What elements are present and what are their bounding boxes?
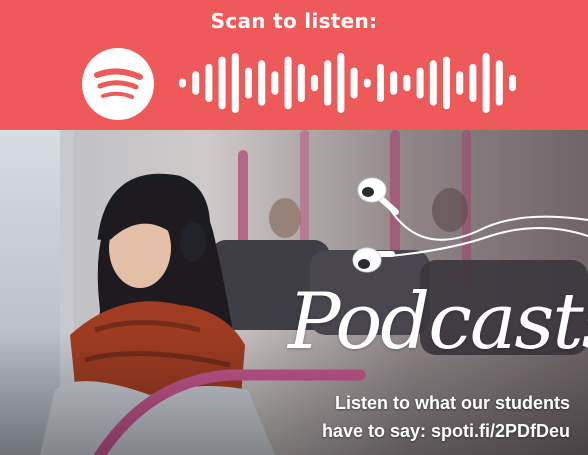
code-bar — [469, 63, 477, 102]
code-bar — [429, 60, 437, 106]
code-bar — [337, 53, 345, 113]
podcast-ad-card: Scan to listen: Podcasts Listen to what … — [0, 0, 588, 455]
code-bar — [231, 53, 239, 113]
scan-label: Scan to listen: — [210, 9, 378, 33]
code-bar — [390, 71, 398, 95]
code-bar — [403, 74, 411, 92]
code-bar — [443, 56, 450, 110]
code-bar — [324, 60, 332, 106]
spotify-logo-icon — [82, 48, 154, 120]
code-bar — [482, 53, 490, 113]
code-bar — [377, 63, 384, 102]
code-bar — [416, 67, 424, 99]
code-bar — [350, 67, 358, 99]
spotify-short-link[interactable]: spoti.fi/2PDfDeu — [431, 421, 570, 441]
code-bar — [284, 56, 292, 110]
code-bar — [179, 78, 186, 88]
code-bar — [245, 67, 252, 99]
code-bar — [297, 63, 305, 102]
podcasts-title: Podcasts — [288, 277, 588, 367]
code-bar — [258, 60, 266, 106]
code-bar — [271, 71, 279, 95]
caption-prefix: have to say: — [321, 421, 431, 441]
code-bar — [495, 60, 503, 106]
caption-line-2: have to say: spoti.fi/2PDfDeu — [322, 419, 570, 443]
code-bar — [456, 71, 464, 95]
code-bar — [205, 63, 213, 102]
spotify-code[interactable] — [175, 52, 525, 114]
scan-banner: Scan to listen: — [0, 0, 588, 130]
code-bar — [311, 74, 318, 92]
code-bar — [363, 78, 371, 88]
caption-line-1: Listen to what our students — [334, 393, 570, 413]
code-bar — [509, 74, 516, 92]
code-bar — [218, 56, 226, 110]
code-bar — [192, 71, 200, 95]
